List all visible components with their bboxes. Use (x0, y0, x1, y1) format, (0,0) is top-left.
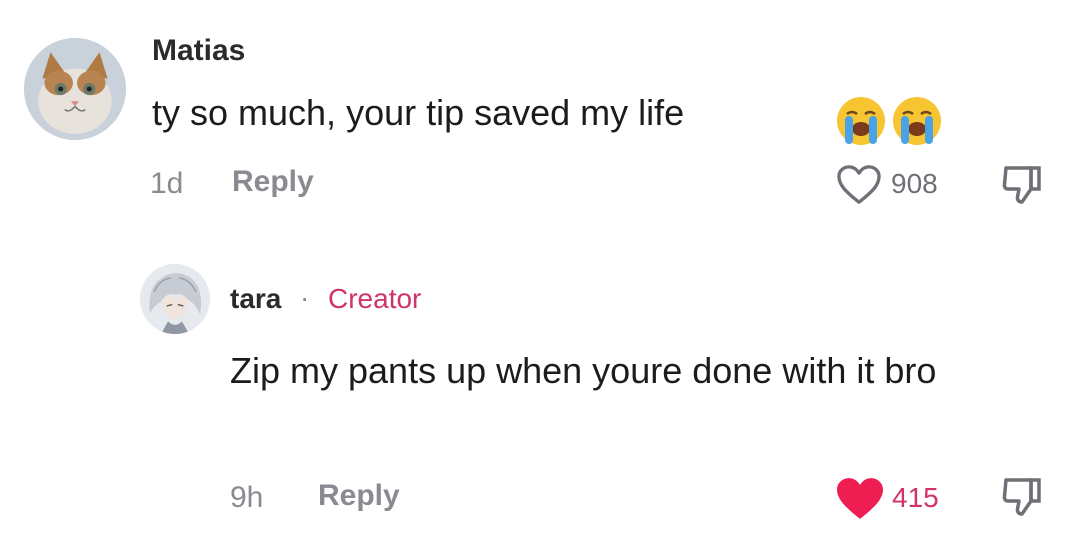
heart-filled-icon[interactable] (834, 476, 886, 522)
avatar[interactable] (24, 38, 126, 140)
reply-button[interactable]: Reply (232, 165, 314, 199)
timestamp: 9h (230, 481, 264, 514)
avatar[interactable] (140, 264, 210, 334)
reply-comment: tara · Creator Zip my pants up when your… (0, 250, 1080, 554)
comment-text: Zip my pants up when youre done with it … (230, 350, 937, 391)
like-count: 415 (892, 482, 939, 513)
separator-dot: · (300, 282, 310, 313)
emoji-row (834, 94, 944, 148)
creator-badge: Creator (328, 283, 422, 314)
username[interactable]: tara (230, 283, 281, 315)
comment: Matias ty so much, your tip saved my lif… (0, 0, 1080, 250)
heart-outline-icon[interactable] (836, 164, 882, 206)
username[interactable]: Matias (152, 34, 245, 68)
thumbs-down-icon[interactable] (998, 162, 1044, 208)
timestamp: 1d (150, 167, 184, 200)
loudly-crying-face-emoji-icon (837, 97, 885, 145)
like-count: 908 (891, 168, 938, 199)
comment-text: ty so much, your tip saved my life (152, 92, 685, 133)
anime-character-avatar-icon (140, 264, 210, 334)
loudly-crying-face-emoji-icon (893, 97, 941, 145)
cat-avatar-icon (24, 38, 126, 140)
reply-button[interactable]: Reply (318, 479, 400, 513)
thumbs-down-icon[interactable] (998, 474, 1044, 520)
